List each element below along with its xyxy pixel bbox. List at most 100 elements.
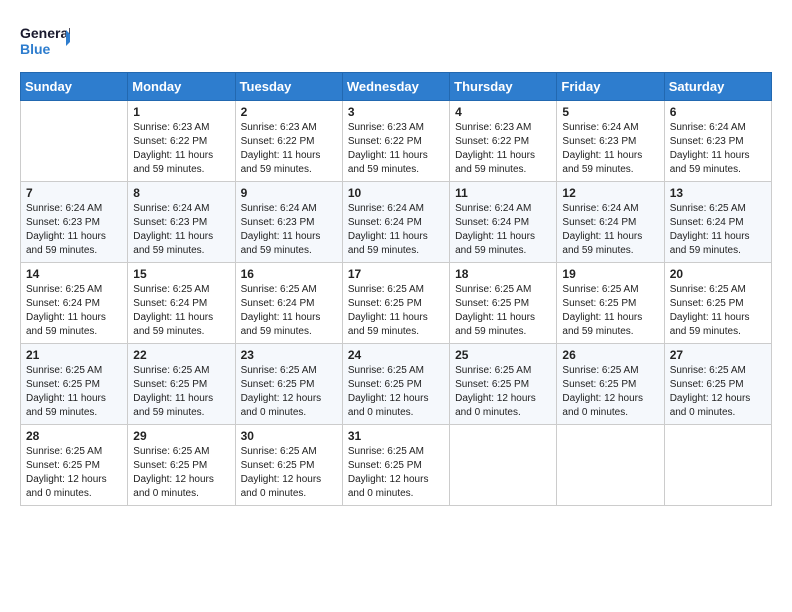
calendar-cell: 12 Sunrise: 6:24 AM Sunset: 6:24 PM Dayli… (557, 182, 664, 263)
day-number: 30 (241, 429, 337, 443)
day-number: 9 (241, 186, 337, 200)
calendar-cell: 2 Sunrise: 6:23 AM Sunset: 6:22 PM Daylig… (235, 101, 342, 182)
day-number: 12 (562, 186, 658, 200)
day-info: Sunrise: 6:23 AM Sunset: 6:22 PM Dayligh… (455, 121, 551, 177)
calendar-cell: 7Sunrise: 6:24 AM Sunset: 6:23 PM Daylig… (21, 182, 128, 263)
calendar-cell: 31Sunrise: 6:25 AM Sunset: 6:25 PM Dayli… (342, 425, 449, 506)
calendar-cell (557, 425, 664, 506)
day-number: 4 (455, 105, 551, 119)
calendar-week-row: 1 Sunrise: 6:23 AM Sunset: 6:22 PM Daylig… (21, 101, 772, 182)
calendar-cell: 26 Sunrise: 6:25 AM Sunset: 6:25 PM Dayli… (557, 344, 664, 425)
day-number: 1 (133, 105, 229, 119)
day-info: Sunrise: 6:25 AM Sunset: 6:25 PM Dayligh… (26, 364, 122, 420)
svg-text:Blue: Blue (20, 41, 51, 57)
weekday-header-row: SundayMondayTuesdayWednesdayThursdayFrid… (21, 73, 772, 101)
day-info: Sunrise: 6:25 AM Sunset: 6:24 PM Dayligh… (133, 283, 229, 339)
day-number: 19 (562, 267, 658, 281)
calendar-cell (21, 101, 128, 182)
logo: General Blue (20, 20, 70, 62)
day-number: 3 (348, 105, 444, 119)
calendar-cell: 19 Sunrise: 6:25 AM Sunset: 6:25 PM Dayli… (557, 263, 664, 344)
day-info: Sunrise: 6:25 AM Sunset: 6:25 PM Dayligh… (455, 364, 551, 420)
day-number: 11 (455, 186, 551, 200)
day-info: Sunrise: 6:24 AM Sunset: 6:23 PM Dayligh… (241, 202, 337, 258)
day-info: Sunrise: 6:25 AM Sunset: 6:25 PM Dayligh… (562, 283, 658, 339)
day-number: 14 (26, 267, 122, 281)
calendar-cell: 30 Sunrise: 6:25 AM Sunset: 6:25 PM Dayli… (235, 425, 342, 506)
calendar-cell: 13 Sunrise: 6:25 AM Sunset: 6:24 PM Dayli… (664, 182, 771, 263)
day-info: Sunrise: 6:25 AM Sunset: 6:25 PM Dayligh… (670, 364, 766, 420)
day-info: Sunrise: 6:25 AM Sunset: 6:25 PM Dayligh… (133, 445, 229, 501)
day-info: Sunrise: 6:25 AM Sunset: 6:25 PM Dayligh… (26, 445, 122, 501)
day-number: 23 (241, 348, 337, 362)
calendar-cell: 11 Sunrise: 6:24 AM Sunset: 6:24 PM Dayli… (450, 182, 557, 263)
day-number: 27 (670, 348, 766, 362)
day-number: 31 (348, 429, 444, 443)
calendar-cell: 15 Sunrise: 6:25 AM Sunset: 6:24 PM Dayli… (128, 263, 235, 344)
day-info: Sunrise: 6:24 AM Sunset: 6:23 PM Dayligh… (562, 121, 658, 177)
weekday-header-wednesday: Wednesday (342, 73, 449, 101)
calendar-cell: 10Sunrise: 6:24 AM Sunset: 6:24 PM Dayli… (342, 182, 449, 263)
weekday-header-thursday: Thursday (450, 73, 557, 101)
page-header: General Blue (20, 20, 772, 62)
day-info: Sunrise: 6:25 AM Sunset: 6:24 PM Dayligh… (241, 283, 337, 339)
day-number: 10 (348, 186, 444, 200)
day-info: Sunrise: 6:25 AM Sunset: 6:25 PM Dayligh… (670, 283, 766, 339)
day-number: 13 (670, 186, 766, 200)
calendar-cell: 4 Sunrise: 6:23 AM Sunset: 6:22 PM Daylig… (450, 101, 557, 182)
calendar-cell: 1 Sunrise: 6:23 AM Sunset: 6:22 PM Daylig… (128, 101, 235, 182)
calendar-cell: 6 Sunrise: 6:24 AM Sunset: 6:23 PM Daylig… (664, 101, 771, 182)
calendar-cell: 23Sunrise: 6:25 AM Sunset: 6:25 PM Dayli… (235, 344, 342, 425)
day-info: Sunrise: 6:25 AM Sunset: 6:25 PM Dayligh… (241, 445, 337, 501)
calendar-cell: 21 Sunrise: 6:25 AM Sunset: 6:25 PM Dayli… (21, 344, 128, 425)
day-number: 22 (133, 348, 229, 362)
calendar-week-row: 14 Sunrise: 6:25 AM Sunset: 6:24 PM Dayli… (21, 263, 772, 344)
day-info: Sunrise: 6:25 AM Sunset: 6:24 PM Dayligh… (26, 283, 122, 339)
day-info: Sunrise: 6:25 AM Sunset: 6:25 PM Dayligh… (348, 364, 444, 420)
calendar-cell: 14 Sunrise: 6:25 AM Sunset: 6:24 PM Dayli… (21, 263, 128, 344)
calendar-cell: 16Sunrise: 6:25 AM Sunset: 6:24 PM Dayli… (235, 263, 342, 344)
logo-svg: General Blue (20, 20, 70, 62)
day-number: 7 (26, 186, 122, 200)
day-info: Sunrise: 6:25 AM Sunset: 6:24 PM Dayligh… (670, 202, 766, 258)
calendar-cell (450, 425, 557, 506)
day-number: 21 (26, 348, 122, 362)
calendar-cell: 20 Sunrise: 6:25 AM Sunset: 6:25 PM Dayli… (664, 263, 771, 344)
day-number: 20 (670, 267, 766, 281)
day-number: 6 (670, 105, 766, 119)
day-number: 24 (348, 348, 444, 362)
weekday-header-sunday: Sunday (21, 73, 128, 101)
day-number: 5 (562, 105, 658, 119)
day-info: Sunrise: 6:24 AM Sunset: 6:24 PM Dayligh… (455, 202, 551, 258)
day-info: Sunrise: 6:25 AM Sunset: 6:25 PM Dayligh… (133, 364, 229, 420)
calendar-cell: 5 Sunrise: 6:24 AM Sunset: 6:23 PM Daylig… (557, 101, 664, 182)
calendar-cell: 25 Sunrise: 6:25 AM Sunset: 6:25 PM Dayli… (450, 344, 557, 425)
day-info: Sunrise: 6:23 AM Sunset: 6:22 PM Dayligh… (133, 121, 229, 177)
day-number: 8 (133, 186, 229, 200)
svg-text:General: General (20, 25, 70, 41)
day-number: 25 (455, 348, 551, 362)
day-number: 29 (133, 429, 229, 443)
calendar-cell: 17Sunrise: 6:25 AM Sunset: 6:25 PM Dayli… (342, 263, 449, 344)
day-number: 15 (133, 267, 229, 281)
day-info: Sunrise: 6:25 AM Sunset: 6:25 PM Dayligh… (562, 364, 658, 420)
day-info: Sunrise: 6:25 AM Sunset: 6:25 PM Dayligh… (455, 283, 551, 339)
day-info: Sunrise: 6:25 AM Sunset: 6:25 PM Dayligh… (348, 283, 444, 339)
day-number: 28 (26, 429, 122, 443)
day-info: Sunrise: 6:24 AM Sunset: 6:24 PM Dayligh… (562, 202, 658, 258)
day-number: 2 (241, 105, 337, 119)
day-number: 26 (562, 348, 658, 362)
calendar-table: SundayMondayTuesdayWednesdayThursdayFrid… (20, 72, 772, 506)
calendar-week-row: 28 Sunrise: 6:25 AM Sunset: 6:25 PM Dayli… (21, 425, 772, 506)
calendar-cell: 9 Sunrise: 6:24 AM Sunset: 6:23 PM Daylig… (235, 182, 342, 263)
day-info: Sunrise: 6:24 AM Sunset: 6:23 PM Dayligh… (670, 121, 766, 177)
calendar-week-row: 7 Sunrise: 6:24 AM Sunset: 6:23 PM Daylig… (21, 182, 772, 263)
weekday-header-friday: Friday (557, 73, 664, 101)
calendar-cell: 29 Sunrise: 6:25 AM Sunset: 6:25 PM Dayli… (128, 425, 235, 506)
day-info: Sunrise: 6:23 AM Sunset: 6:22 PM Dayligh… (241, 121, 337, 177)
day-info: Sunrise: 6:24 AM Sunset: 6:23 PM Dayligh… (133, 202, 229, 258)
calendar-cell: 24 Sunrise: 6:25 AM Sunset: 6:25 PM Dayli… (342, 344, 449, 425)
weekday-header-saturday: Saturday (664, 73, 771, 101)
calendar-cell: 27 Sunrise: 6:25 AM Sunset: 6:25 PM Dayli… (664, 344, 771, 425)
calendar-cell: 28 Sunrise: 6:25 AM Sunset: 6:25 PM Dayli… (21, 425, 128, 506)
